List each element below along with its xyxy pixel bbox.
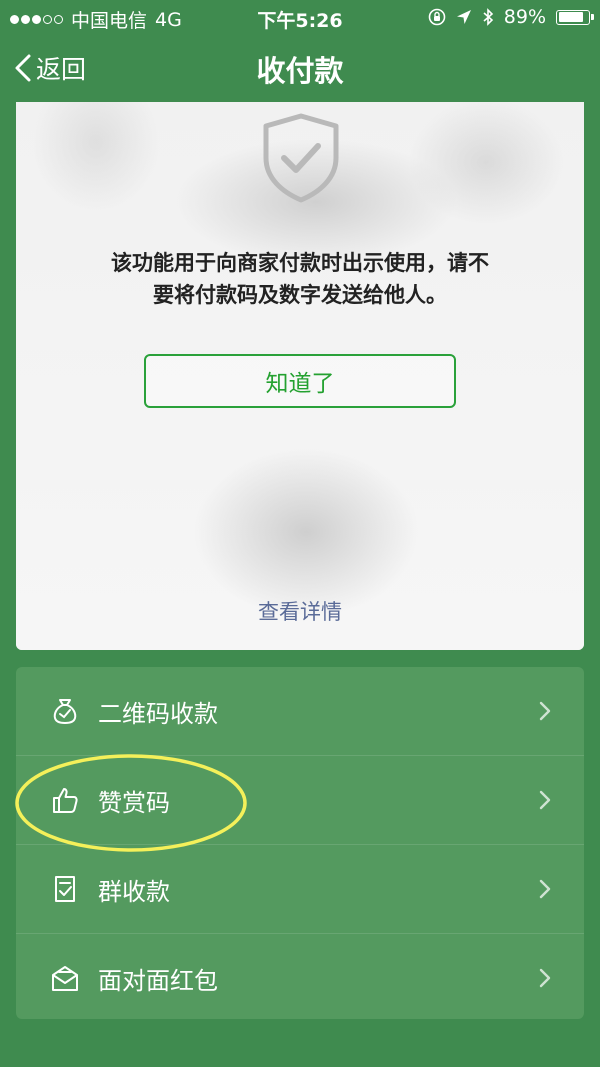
menu-item-label: 二维码收款 <box>98 699 218 728</box>
chevron-right-icon <box>539 790 551 810</box>
chevron-right-icon <box>539 879 551 899</box>
chevron-right-icon <box>539 968 551 988</box>
got-it-button[interactable]: 知道了 <box>144 354 456 408</box>
money-bag-icon <box>53 699 77 725</box>
thumbs-up-icon <box>53 788 78 813</box>
battery-fill <box>558 12 583 22</box>
page-title: 收付款 <box>256 54 344 88</box>
battery-icon <box>556 9 594 25</box>
payment-options-menu: 二维码收款 赞赏码 群收款 面对面红包 <box>16 667 584 1019</box>
location-arrow-icon <box>456 10 471 24</box>
menu-item-group-payment[interactable]: 群收款 <box>16 845 584 933</box>
rotation-lock-icon <box>428 8 446 26</box>
status-right: 89% <box>428 6 594 28</box>
chevron-right-icon <box>539 701 551 721</box>
bluetooth-icon <box>483 8 493 26</box>
battery-percent: 89% <box>503 6 546 28</box>
shield-check-icon <box>263 113 339 203</box>
group-payment-icon <box>55 876 75 902</box>
menu-item-reward-code[interactable]: 赞赏码 <box>16 756 584 844</box>
menu-item-face-to-face-red-packet[interactable]: 面对面红包 <box>16 934 584 1019</box>
notice-message-line-1: 该功能用于向商家付款时出示使用，请不 <box>111 251 489 275</box>
view-details-link[interactable]: 查看详情 <box>16 596 584 626</box>
notice-message-line-2: 要将付款码及数字发送给他人。 <box>153 283 447 307</box>
menu-item-label: 面对面红包 <box>98 966 218 995</box>
menu-item-label: 群收款 <box>98 877 170 906</box>
red-packet-icon <box>52 966 78 991</box>
notice-message: 该功能用于向商家付款时出示使用，请不 要将付款码及数字发送给他人。 <box>56 247 544 311</box>
status-bar: 中国电信 4G 下午5:26 89% <box>0 0 600 34</box>
nav-bar: 返回 收付款 <box>0 34 600 102</box>
menu-item-label: 赞赏码 <box>98 788 170 817</box>
menu-item-qr-receive[interactable]: 二维码收款 <box>16 667 584 755</box>
payment-notice-card: 该功能用于向商家付款时出示使用，请不 要将付款码及数字发送给他人。 知道了 查看… <box>16 102 584 650</box>
